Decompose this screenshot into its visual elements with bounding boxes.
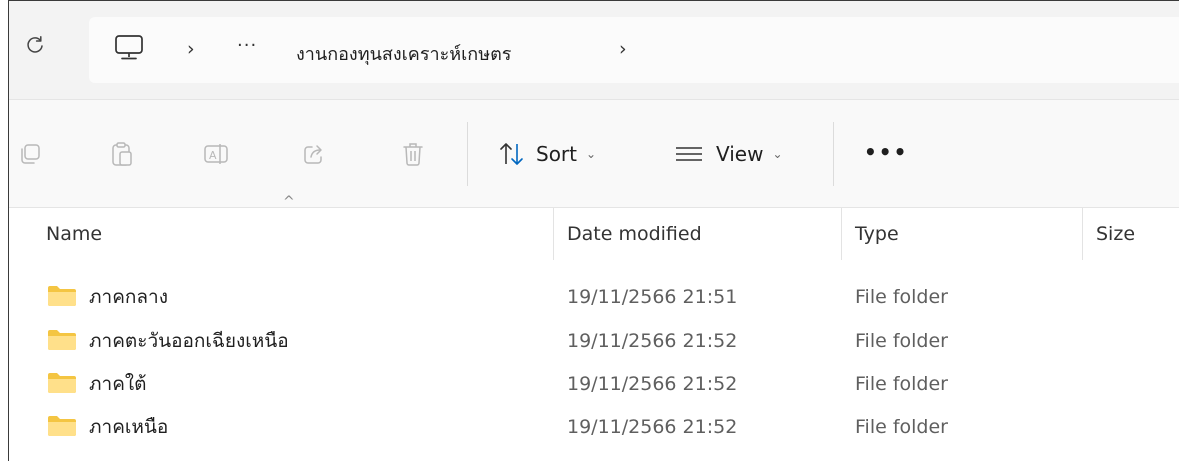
file-name: ภาคตะวันออกเฉียงเหนือ <box>89 329 289 352</box>
file-row[interactable]: ภาคใต้ 19/11/2566 21:52 File folder <box>9 362 1179 405</box>
view-button[interactable]: View ⌄ <box>674 136 783 172</box>
file-date-modified: 19/11/2566 21:51 <box>567 285 738 308</box>
rename-icon: A <box>204 144 228 164</box>
file-name: ภาคเหนือ <box>89 415 169 438</box>
column-header-label: Size <box>1096 223 1136 245</box>
toolbar-divider <box>467 122 468 186</box>
more-options-button[interactable]: ••• <box>864 140 908 164</box>
file-type: File folder <box>855 372 948 395</box>
column-header-label: Name <box>46 223 103 245</box>
address-box[interactable]: › ··· งานกองทุนสงเคราะห์เกษตร › <box>89 17 1179 83</box>
toolbar-divider <box>833 122 834 186</box>
refresh-icon <box>27 36 43 53</box>
this-pc-icon[interactable] <box>114 34 144 66</box>
file-type: File folder <box>855 329 948 352</box>
breadcrumb-chevron[interactable]: › <box>187 38 195 60</box>
folder-icon <box>48 416 76 436</box>
file-name: ภาคกลาง <box>89 285 168 308</box>
refresh-button[interactable] <box>21 31 49 59</box>
command-bar: A Sort ⌄ View ⌄ ••• <box>9 100 1179 207</box>
sort-icon <box>500 143 523 165</box>
folder-icon <box>48 286 76 306</box>
column-header-date[interactable]: Date modified <box>567 208 839 260</box>
delete-button[interactable] <box>398 138 428 170</box>
copy-button[interactable] <box>15 138 45 170</box>
column-header-label: Type <box>855 223 899 245</box>
paste-button[interactable] <box>107 138 137 170</box>
sort-button[interactable]: Sort ⌄ <box>498 136 596 172</box>
address-bar-row: › ··· งานกองทุนสงเคราะห์เกษตร › <box>9 1 1179 99</box>
file-date-modified: 19/11/2566 21:52 <box>567 372 738 395</box>
column-separator[interactable] <box>841 208 842 260</box>
share-button[interactable] <box>299 138 329 170</box>
file-date-modified: 19/11/2566 21:52 <box>567 415 738 438</box>
sort-label: Sort <box>536 142 577 166</box>
column-separator[interactable] <box>1082 208 1083 260</box>
file-row[interactable]: ภาคเหนือ 19/11/2566 21:52 File folder <box>9 405 1179 448</box>
breadcrumb-chevron[interactable]: › <box>619 38 627 60</box>
paste-icon <box>112 142 132 166</box>
column-header-label: Date modified <box>567 223 702 245</box>
file-row[interactable]: ภาคกลาง 19/11/2566 21:51 File folder <box>9 275 1179 318</box>
breadcrumb-more-button[interactable]: ··· <box>237 35 257 56</box>
column-separator[interactable] <box>553 208 554 260</box>
delete-icon <box>403 143 423 166</box>
rename-button[interactable]: A <box>202 138 232 170</box>
chevron-down-icon: ⌄ <box>586 147 597 161</box>
view-label: View <box>716 142 764 166</box>
column-header-name[interactable]: Name <box>46 208 552 260</box>
file-date-modified: 19/11/2566 21:52 <box>567 329 738 352</box>
folder-icon <box>48 330 76 350</box>
folder-icon <box>48 373 76 393</box>
copy-icon <box>21 144 40 164</box>
svg-text:A: A <box>209 149 217 162</box>
view-icon <box>676 147 702 161</box>
breadcrumb-current-folder[interactable]: งานกองทุนสงเคราะห์เกษตร <box>296 39 511 68</box>
share-icon <box>304 145 322 164</box>
file-type: File folder <box>855 285 948 308</box>
chevron-down-icon: ⌄ <box>772 147 783 161</box>
column-header-size[interactable]: Size <box>1096 208 1176 260</box>
file-row[interactable]: ภาคตะวันออกเฉียงเหนือ 19/11/2566 21:52 F… <box>9 319 1179 362</box>
file-name: ภาคใต้ <box>89 372 147 395</box>
file-type: File folder <box>855 415 948 438</box>
column-header-type[interactable]: Type <box>855 208 1080 260</box>
